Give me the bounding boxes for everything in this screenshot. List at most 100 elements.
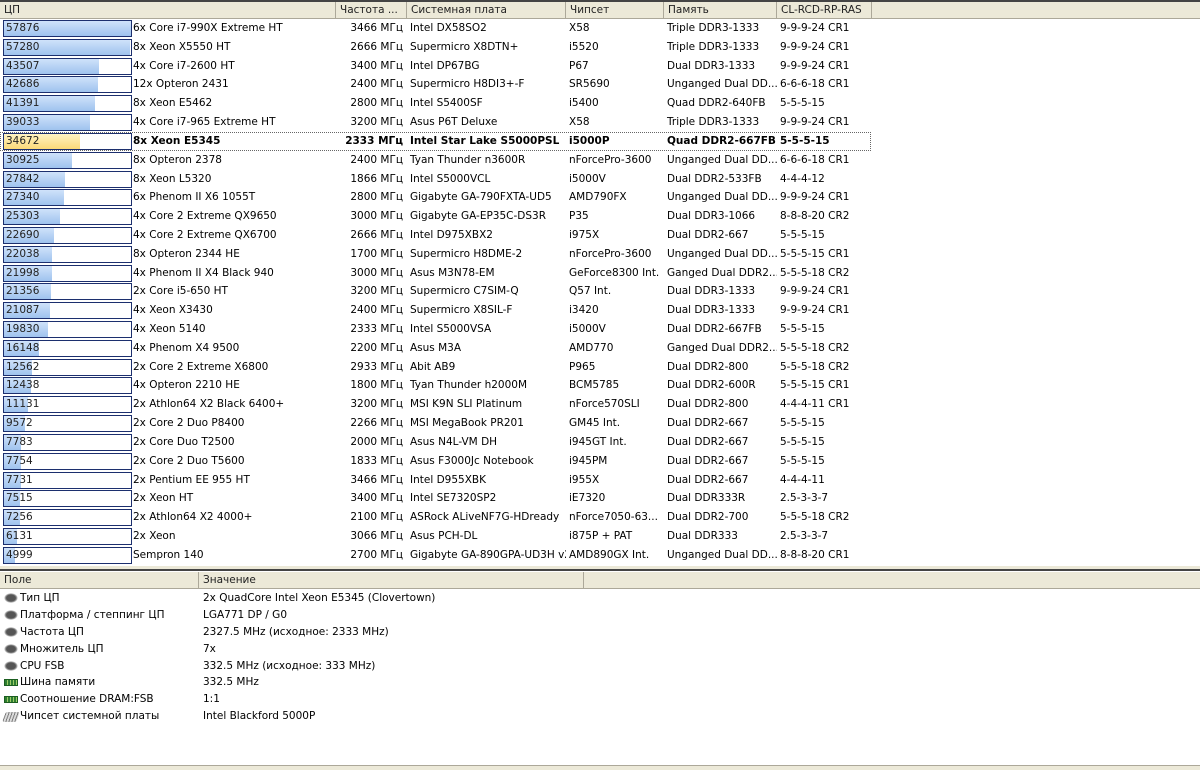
detail-value: 2327.5 MHz (исходное: 2333 MHz) (203, 625, 389, 638)
score-value: 21087 (6, 304, 40, 317)
memory: Dual DDR3-1333 (667, 285, 756, 298)
column-header-field[interactable]: Поле (0, 572, 199, 588)
detail-row[interactable]: Тип ЦП 2x QuadCore Intel Xeon E5345 (Clov… (0, 590, 1200, 607)
table-row[interactable]: 9572 2x Core 2 Duo P8400 2266 МГц MSI Me… (0, 414, 1200, 433)
detail-field: Чипсет системной платы (20, 710, 160, 723)
cpu-frequency: 2666 МГц (350, 228, 403, 241)
cpu-icon (4, 644, 18, 655)
table-row[interactable]: 19830 4x Xeon 5140 2333 МГц Intel S5000V… (0, 320, 1200, 339)
table-row[interactable]: 27842 8x Xeon L5320 1866 МГц Intel S5000… (0, 170, 1200, 189)
table-row[interactable]: 12438 4x Opteron 2210 HE 1800 МГц Tyan T… (0, 376, 1200, 395)
table-row[interactable]: 6131 2x Xeon 3066 МГц Asus PCH-DL i875P … (0, 527, 1200, 546)
table-row[interactable]: 16148 4x Phenom X4 9500 2200 МГц Asus M3… (0, 339, 1200, 358)
cpu-name: 2x Core i5-650 HT (133, 285, 228, 298)
cpu-frequency: 2666 МГц (350, 40, 403, 53)
table-row[interactable]: 39033 4x Core i7-965 Extreme HT 3200 МГц… (0, 113, 1200, 132)
table-row[interactable]: 4999 Sempron 140 2700 МГц Gigabyte GA-89… (0, 546, 1200, 565)
detail-value: LGA771 DP / G0 (203, 608, 287, 621)
detail-row[interactable]: Множитель ЦП 7x (0, 641, 1200, 658)
motherboard: Asus M3N78-EM (410, 266, 495, 279)
table-row[interactable]: 57876 6x Core i7-990X Extreme HT 3466 МГ… (0, 19, 1200, 38)
chipset: P965 (569, 360, 596, 373)
score-value: 41391 (6, 97, 40, 110)
score-bar: 11131 (3, 396, 132, 414)
memory: Unganged Dual DD... (667, 247, 777, 260)
table-row[interactable]: 42686 12x Opteron 2431 2400 МГц Supermic… (0, 75, 1200, 94)
motherboard: Intel D955XBK (410, 473, 486, 486)
column-header-value[interactable]: Значение (199, 572, 584, 588)
timings: 5-5-5-18 CR2 (780, 511, 850, 524)
memory: Triple DDR3-1333 (667, 22, 760, 34)
column-header-frequency[interactable]: Частота ... (336, 2, 407, 19)
table-row[interactable]: 27340 6x Phenom II X6 1055T 2800 МГц Gig… (0, 188, 1200, 207)
score-value: 30925 (6, 153, 40, 166)
score-bar: 42686 (3, 76, 132, 94)
table-row[interactable]: 7515 2x Xeon HT 3400 МГц Intel SE7320SP2… (0, 489, 1200, 508)
table-row[interactable]: 30925 8x Opteron 2378 2400 МГц Tyan Thun… (0, 151, 1200, 170)
score-bar: 4999 (3, 546, 132, 564)
timings: 9-9-9-24 CR1 (780, 285, 850, 298)
table-row[interactable]: 22690 4x Core 2 Extreme QX6700 2666 МГц … (0, 226, 1200, 245)
motherboard: Abit AB9 (410, 360, 456, 373)
detail-row[interactable]: CPU FSB 332.5 MHz (исходное: 333 MHz) (0, 658, 1200, 675)
splitter[interactable] (0, 566, 1200, 571)
status-bar (0, 765, 1200, 770)
chipset: P35 (569, 210, 589, 223)
timings: 6-6-6-18 CR1 (780, 78, 850, 91)
table-row[interactable]: 7783 2x Core Duo T2500 2000 МГц Asus N4L… (0, 433, 1200, 452)
detail-row[interactable]: Соотношение DRAM:FSB 1:1 (0, 691, 1200, 708)
table-row[interactable]: 21087 4x Xeon X3430 2400 МГц Supermicro … (0, 301, 1200, 320)
timings: 9-9-9-24 CR1 (780, 40, 850, 53)
column-header-cpu[interactable]: ЦП (0, 2, 336, 19)
detail-row[interactable]: Шина памяти 332.5 MHz (0, 674, 1200, 691)
column-header-motherboard[interactable]: Системная плата (407, 2, 566, 19)
table-row[interactable]: 11131 2x Athlon64 X2 Black 6400+ 3200 МГ… (0, 395, 1200, 414)
score-value: 7731 (6, 473, 33, 486)
cpu-frequency: 2400 МГц (350, 304, 403, 317)
cpu-name: 4x Phenom X4 9500 (133, 341, 240, 354)
table-row[interactable]: 7256 2x Athlon64 X2 4000+ 2100 МГц ASRoc… (0, 508, 1200, 527)
score-bar: 7731 (3, 471, 132, 489)
memory: Dual DDR2-600R (667, 379, 756, 392)
cpu-frequency: 3000 МГц (350, 210, 403, 223)
column-header-memory[interactable]: Память (664, 2, 777, 19)
timings: 5-5-5-15 (780, 435, 825, 448)
table-row[interactable]: 34672 8x Xeon E5345 2333 МГц Intel Star … (0, 131, 871, 151)
detail-field: CPU FSB (20, 659, 65, 672)
chipset: nForce570SLI (569, 398, 640, 411)
timings: 2.5-3-3-7 (780, 529, 829, 542)
memory: Dual DDR333 (667, 529, 738, 542)
memory: Dual DDR2-800 (667, 360, 749, 373)
score-bar: 39033 (3, 114, 132, 132)
cpu-frequency: 2933 МГц (350, 360, 403, 373)
table-row[interactable]: 7754 2x Core 2 Duo T5600 1833 МГц Asus F… (0, 452, 1200, 471)
cpu-name: 2x Pentium EE 955 HT (133, 473, 250, 486)
timings: 5-5-5-15 (780, 417, 825, 430)
detail-row[interactable]: Чипсет системной платы Intel Blackford 50… (0, 708, 1200, 725)
table-row[interactable]: 7731 2x Pentium EE 955 HT 3466 МГц Intel… (0, 471, 1200, 490)
table-row[interactable]: 21356 2x Core i5-650 HT 3200 МГц Supermi… (0, 282, 1200, 301)
cpu-name: 8x Opteron 2378 (133, 153, 222, 166)
table-row[interactable]: 12562 2x Core 2 Extreme X6800 2933 МГц A… (0, 358, 1200, 377)
score-value: 12562 (6, 360, 40, 373)
cpu-name: 8x Xeon X5550 HT (133, 40, 231, 53)
cpu-name: 4x Core i7-2600 HT (133, 59, 235, 72)
timings: 9-9-9-24 CR1 (780, 59, 850, 72)
memory: Dual DDR2-533FB (667, 172, 762, 185)
table-row[interactable]: 25303 4x Core 2 Extreme QX9650 3000 МГц … (0, 207, 1200, 226)
detail-row[interactable]: Частота ЦП 2327.5 MHz (исходное: 2333 MHz… (0, 624, 1200, 641)
column-header-chipset[interactable]: Чипсет (566, 2, 664, 19)
score-bar: 7515 (3, 490, 132, 508)
cpu-name: 12x Opteron 2431 (133, 78, 229, 91)
column-header-timings[interactable]: CL-RCD-RP-RAS (777, 2, 872, 19)
table-row[interactable]: 41391 8x Xeon E5462 2800 МГц Intel S5400… (0, 94, 1200, 113)
timings: 5-5-5-15 CR1 (780, 379, 850, 392)
detail-row[interactable]: Платформа / степпинг ЦП LGA771 DP / G0 (0, 607, 1200, 624)
table-row[interactable]: 43507 4x Core i7-2600 HT 3400 МГц Intel … (0, 57, 1200, 76)
table-row[interactable]: 57280 8x Xeon X5550 HT 2666 МГц Supermic… (0, 38, 1200, 57)
table-row[interactable]: 21998 4x Phenom II X4 Black 940 3000 МГц… (0, 264, 1200, 283)
motherboard: Gigabyte GA-EP35C-DS3R (410, 210, 546, 223)
motherboard: Intel SE7320SP2 (410, 492, 497, 505)
chipset: i5000V (569, 172, 606, 185)
table-row[interactable]: 22038 8x Opteron 2344 HE 1700 МГц Superm… (0, 245, 1200, 264)
